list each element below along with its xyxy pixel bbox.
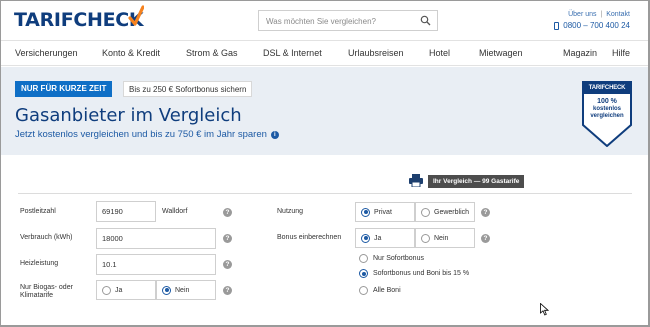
- nav-item-konto-kredit[interactable]: Konto & Kredit: [102, 48, 160, 58]
- usage-commercial-radio[interactable]: [421, 207, 430, 217]
- usage-commercial-option[interactable]: Gewerblich: [415, 202, 475, 222]
- bonus-option-radio[interactable]: [359, 269, 368, 278]
- search-box: [258, 10, 438, 31]
- bonus-help-icon[interactable]: ?: [481, 234, 490, 243]
- page-title: Gasanbieter im Vergleich: [15, 105, 242, 126]
- usage-help-icon[interactable]: ?: [481, 208, 490, 217]
- bonus-option-label: Nur Sofortbonus: [373, 255, 424, 262]
- phone-icon: [554, 21, 560, 30]
- usage-private-radio[interactable]: [361, 207, 370, 217]
- usage-label: Nutzung: [277, 208, 304, 215]
- bonus-option-alle-boni[interactable]: Alle Boni: [359, 286, 401, 295]
- bonus-no-option[interactable]: Nein: [415, 228, 475, 248]
- logo-text: TARIFCHECK: [14, 9, 144, 31]
- consumption-label: Verbrauch (kWh): [20, 234, 73, 241]
- usage-private-option[interactable]: Privat: [355, 202, 415, 222]
- hero-banner: NUR FÜR KURZE ZEIT Bis zu 250 € Sofortbo…: [0, 67, 650, 155]
- consumption-input[interactable]: 18000: [96, 228, 216, 249]
- biogas-help-icon[interactable]: ?: [223, 286, 232, 295]
- phone-number[interactable]: 0800 – 700 400 24: [554, 21, 630, 30]
- quality-seal: TARIFCHECK 100 % kostenlos vergleichen: [582, 81, 632, 147]
- bonus-option-sofortbonus[interactable]: Nur Sofortbonus: [359, 254, 424, 263]
- contact-link[interactable]: Kontakt: [606, 11, 630, 18]
- postcode-help-icon[interactable]: ?: [223, 208, 232, 217]
- bonus-option-label: Alle Boni: [373, 287, 401, 294]
- comparison-count-badge[interactable]: Ihr Vergleich — 99 Gastarife: [428, 175, 525, 188]
- consumption-help-icon[interactable]: ?: [223, 234, 232, 243]
- seal-logo: TARIFCHECK: [588, 85, 626, 91]
- bonus-yes-label: Ja: [374, 234, 382, 242]
- bonus-no-label: Nein: [434, 234, 449, 242]
- bonus-label: Bonus einberechnen: [277, 234, 342, 241]
- usage-commercial-label: Gewerblich: [434, 208, 470, 216]
- heating-input[interactable]: 10.1: [96, 254, 216, 275]
- city-label: Walldorf: [162, 208, 188, 215]
- biogas-no-label: Nein: [175, 286, 190, 294]
- top-links: Über uns | Kontakt: [568, 11, 630, 18]
- bonus-option-boni-15[interactable]: Sofortbonus und Boni bis 15 %: [359, 269, 469, 278]
- mouse-cursor-icon: [540, 303, 549, 316]
- search-icon[interactable]: [420, 15, 431, 26]
- biogas-label-line-2: Klimatarife: [20, 292, 54, 299]
- nav-item-hotel[interactable]: Hotel: [429, 48, 450, 58]
- biogas-label-line-1: Nur Biogas- oder: [20, 284, 73, 291]
- heating-label: Heizleistung: [20, 260, 59, 267]
- postcode-input[interactable]: 69190: [96, 201, 156, 222]
- bonus-option-radio[interactable]: [359, 254, 368, 263]
- nav-item-versicherungen[interactable]: Versicherungen: [15, 48, 78, 58]
- seal-line-1: 100 %: [597, 98, 617, 105]
- nav-item-magazin[interactable]: Magazin: [563, 48, 597, 58]
- bonus-no-radio[interactable]: [421, 233, 430, 243]
- nav-item-dsl-internet[interactable]: DSL & Internet: [263, 48, 322, 58]
- bonus-option-label: Sofortbonus und Boni bis 15 %: [373, 270, 470, 277]
- main-nav: Versicherungen Konto & Kredit Strom & Ga…: [0, 40, 650, 66]
- nav-item-hilfe[interactable]: Hilfe: [612, 48, 630, 58]
- link-separator: |: [600, 11, 603, 18]
- bonus-yes-option[interactable]: Ja: [355, 228, 415, 248]
- biogas-yes-radio[interactable]: [102, 285, 111, 295]
- limited-time-badge: NUR FÜR KURZE ZEIT: [15, 81, 113, 97]
- subtitle-text: Jetzt kostenlos vergleichen und bis zu 7…: [15, 129, 267, 140]
- nav-item-urlaubsreisen[interactable]: Urlaubsreisen: [348, 48, 404, 58]
- biogas-yes-option[interactable]: Ja: [96, 280, 156, 300]
- logo-check-icon: [128, 5, 144, 26]
- biogas-yes-label: Ja: [115, 286, 123, 294]
- search-input[interactable]: [259, 12, 409, 31]
- phone-text: 0800 – 700 400 24: [563, 21, 630, 30]
- postcode-label: Postleitzahl: [20, 208, 56, 215]
- page-subtitle: Jetzt kostenlos vergleichen und bis zu 7…: [15, 129, 279, 140]
- bonus-option-radio[interactable]: [359, 286, 368, 295]
- info-icon[interactable]: i: [270, 130, 279, 139]
- nav-item-mietwagen[interactable]: Mietwagen: [479, 48, 523, 58]
- biogas-no-radio[interactable]: [162, 285, 171, 295]
- tarifcheck-logo[interactable]: TARIFCHECK: [14, 9, 144, 31]
- bonus-badge: Bis zu 250 € Sofortbonus sichern: [123, 81, 253, 97]
- nav-item-strom-gas[interactable]: Strom & Gas: [186, 48, 238, 58]
- usage-private-label: Privat: [374, 208, 392, 216]
- seal-line-2: kostenlos: [592, 106, 621, 112]
- bonus-yes-radio[interactable]: [361, 233, 370, 243]
- biogas-no-option[interactable]: Nein: [156, 280, 216, 300]
- heating-help-icon[interactable]: ?: [223, 260, 232, 269]
- print-icon[interactable]: [409, 174, 423, 187]
- site-header: TARIFCHECK Über uns | Kontakt 0800 – 700…: [0, 0, 650, 40]
- about-link[interactable]: Über uns: [568, 11, 596, 18]
- form-divider: [18, 193, 632, 194]
- seal-line-3: vergleichen: [590, 113, 624, 119]
